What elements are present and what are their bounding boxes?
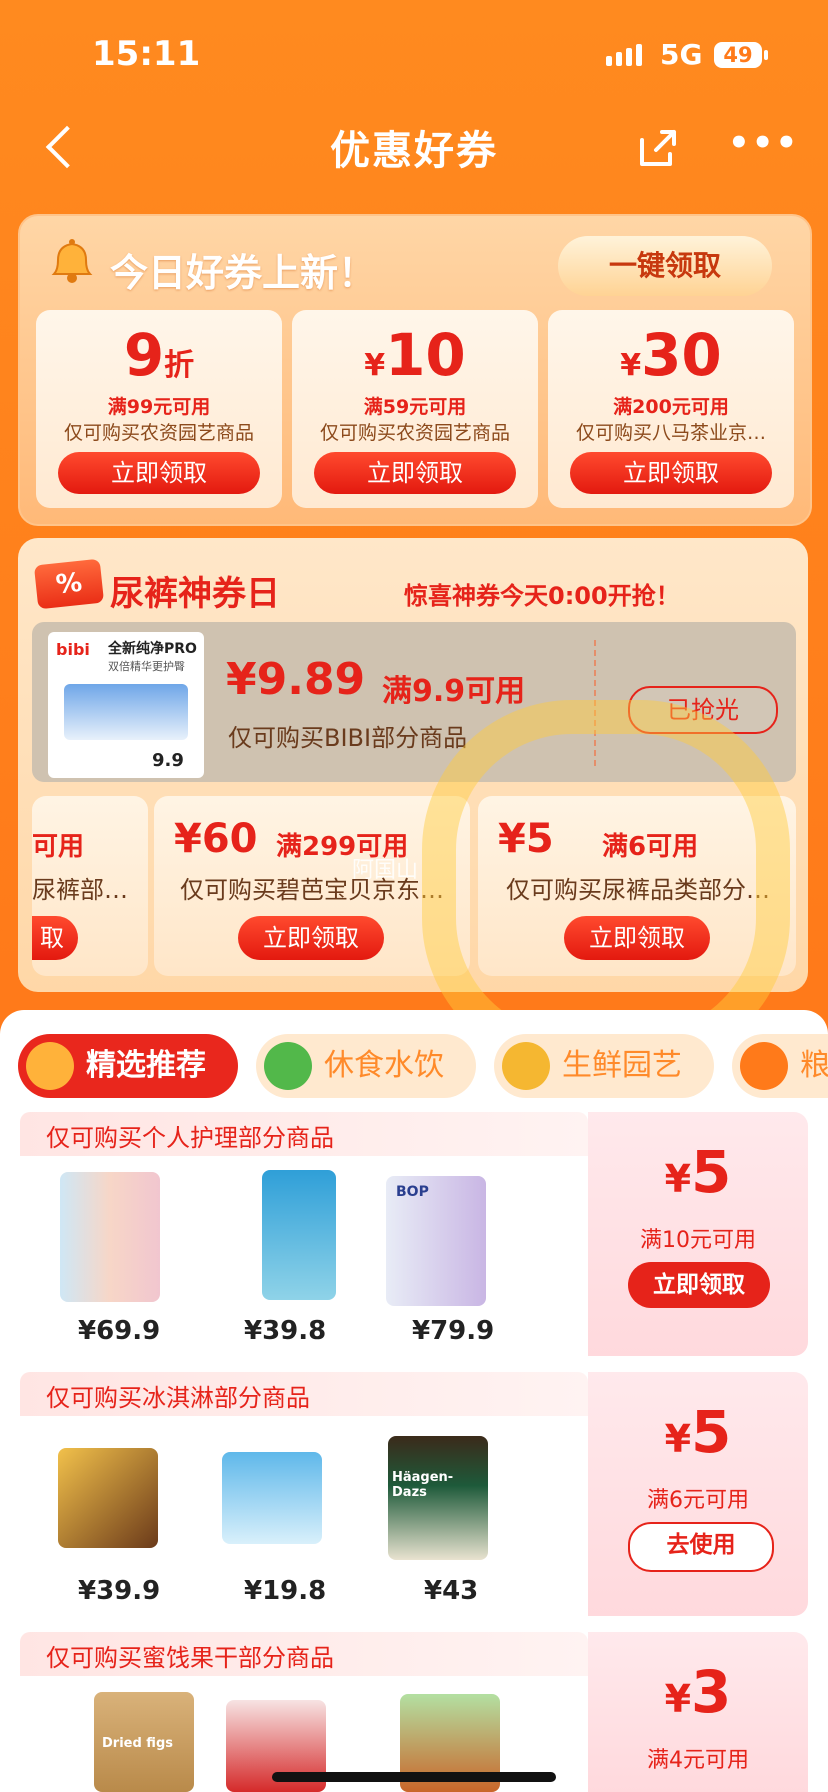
coupon-condition: 满99元可用	[107, 396, 211, 418]
product-price: 9.9	[152, 750, 184, 771]
page-title: 优惠好券	[330, 128, 498, 174]
battery-icon: 49	[714, 42, 768, 68]
bell-icon	[44, 234, 100, 290]
coupon-card: ¥30 满200元可用 仅可购买八马茶业京… 立即领取	[548, 310, 794, 508]
claim-button[interactable]: 立即领取	[58, 452, 260, 494]
product-brand: bibi	[56, 640, 90, 659]
dried-figs-image: Dried figs	[94, 1692, 194, 1792]
tab-fresh-garden[interactable]: 生鲜园艺	[494, 1034, 714, 1098]
coupon-condition: 满200元可用	[613, 396, 729, 418]
product-price: ¥43	[424, 1576, 479, 1606]
product-price: ¥79.9	[412, 1316, 495, 1346]
coupon-amount: ¥5	[664, 1138, 732, 1206]
product-price: ¥69.9	[78, 1316, 161, 1346]
listing-header: 仅可购买冰淇淋部分商品	[20, 1372, 588, 1416]
coupon-condition: 可用	[32, 832, 85, 862]
claim-button[interactable]: 立即领取	[314, 452, 516, 494]
coupon-amount: 9折	[123, 321, 195, 389]
coupon-card: 可用 尿裤部… 取	[32, 796, 148, 976]
percent-badge-icon: %	[33, 558, 105, 610]
product-image: bibi 全新纯净PRO 双倍精华更护臀 9.9	[48, 632, 204, 778]
coupon-condition: 满59元可用	[363, 396, 467, 418]
coupon-scope: 仅可购买农资园艺商品	[63, 422, 254, 444]
listing-scope: 仅可购买个人护理部分商品	[46, 1124, 334, 1152]
product-price: ¥39.8	[244, 1316, 327, 1346]
featured-condition: 满9.9可用	[382, 674, 526, 709]
today-title: 今日好券上新！	[110, 251, 377, 295]
fruit-icon	[502, 1042, 550, 1090]
diaper-subtitle: 惊喜神券今天0:00开抢！	[404, 582, 680, 610]
coupon-icon	[26, 1042, 74, 1090]
tab-grain[interactable]: 粮	[732, 1034, 828, 1098]
shampoo-image	[262, 1170, 336, 1300]
coupon-condition: 满10元可用	[640, 1228, 756, 1253]
coupon-condition: 满6元可用	[647, 1488, 749, 1513]
more-icon[interactable]: •••	[728, 126, 797, 168]
status-bar: 15:11 5G 49	[0, 0, 828, 110]
product-name: 全新纯净PRO	[108, 641, 197, 657]
watermark: 阿国山	[352, 858, 419, 883]
toothpaste-image	[60, 1172, 160, 1302]
coupon-card: 9折 满99元可用 仅可购买农资园艺商品 立即领取	[36, 310, 282, 508]
network-label: 5G	[660, 38, 703, 71]
haagen-dazs-image: Häagen-Dazs	[388, 1436, 488, 1560]
listing-header: 仅可购买个人护理部分商品	[20, 1112, 588, 1156]
product-price: ¥19.8	[244, 1576, 327, 1606]
status-time: 15:11	[92, 34, 201, 74]
coupon-condition: 满4元可用	[647, 1748, 749, 1773]
listing-scope: 仅可购买冰淇淋部分商品	[46, 1384, 310, 1412]
grain-icon	[740, 1042, 788, 1090]
claim-button[interactable]: 立即领取	[628, 1262, 770, 1308]
listing-scope: 仅可购买蜜饯果干部分商品	[46, 1644, 334, 1672]
coupon-amount: ¥5	[664, 1398, 732, 1466]
coupon-card: ¥10 满59元可用 仅可购买农资园艺商品 立即领取	[292, 310, 538, 508]
ice-cream-bar-image	[58, 1448, 158, 1548]
claim-button[interactable]: 立即领取	[570, 452, 772, 494]
claim-button[interactable]: 立即领取	[238, 916, 384, 960]
coupon-card: ¥3 满4元可用	[588, 1632, 808, 1792]
use-button[interactable]: 去使用	[628, 1522, 774, 1572]
claim-all-button[interactable]: 一键领取	[558, 236, 772, 296]
drink-icon	[264, 1042, 312, 1090]
coupon-amount: ¥10	[364, 321, 466, 389]
featured-amount: ¥9.89	[226, 654, 366, 705]
share-icon[interactable]	[636, 126, 680, 170]
coupon-amount: ¥3	[664, 1658, 732, 1726]
toothpaste-image: BOP	[386, 1176, 486, 1306]
coupon-scope: 仅可购买八马茶业京…	[575, 422, 766, 444]
featured-scope: 仅可购买BIBI部分商品	[228, 724, 468, 752]
milk-box-image	[222, 1452, 322, 1544]
coupon-scope: 仅可购买农资园艺商品	[319, 422, 510, 444]
coupon-scope: 尿裤部…	[32, 876, 128, 904]
diaper-title: 尿裤神券日	[110, 574, 280, 614]
home-indicator[interactable]	[272, 1772, 556, 1782]
product-price: ¥39.9	[78, 1576, 161, 1606]
product-tagline: 双倍精华更护臀	[108, 660, 185, 673]
coupon-amount: ¥30	[620, 321, 722, 389]
claim-button[interactable]: 取	[32, 916, 78, 960]
tab-snacks-drinks[interactable]: 休食水饮	[256, 1034, 476, 1098]
tab-featured[interactable]: 精选推荐	[18, 1034, 238, 1098]
diaper-pack-image	[64, 684, 188, 740]
listing-header: 仅可购买蜜饯果干部分商品	[20, 1632, 588, 1676]
signal-icon	[606, 44, 646, 66]
coupon-card: ¥5 满6元可用 去使用	[588, 1372, 808, 1616]
coupon-card: ¥5 满10元可用 立即领取	[588, 1112, 808, 1356]
coupon-amount: ¥60	[174, 816, 258, 862]
